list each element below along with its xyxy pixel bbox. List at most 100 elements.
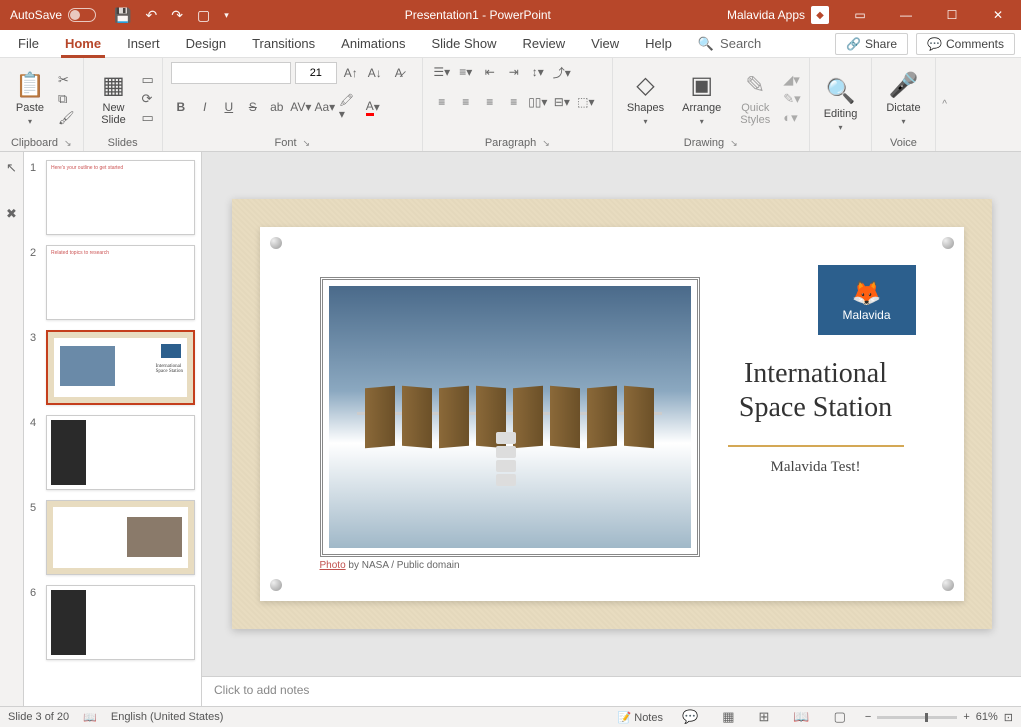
tell-me-search[interactable]: 🔍Search xyxy=(686,36,773,52)
zoom-in-icon[interactable]: + xyxy=(963,711,969,723)
slide-subtitle[interactable]: Malavida Test! xyxy=(716,459,916,476)
shadow-button[interactable]: ab xyxy=(267,96,287,118)
underline-button[interactable]: U xyxy=(219,96,239,118)
indent-increase-icon[interactable]: ⇥ xyxy=(503,62,525,82)
slideshow-view-icon[interactable]: ▢ xyxy=(829,709,851,725)
tab-review[interactable]: Review xyxy=(511,32,578,55)
thumbnail-5[interactable]: 5 xyxy=(30,500,195,575)
redo-icon[interactable]: ↷ xyxy=(171,7,183,24)
close-icon[interactable]: ✕ xyxy=(975,0,1021,30)
fit-window-icon[interactable]: ⊡ xyxy=(1004,711,1013,724)
strike-button[interactable]: S xyxy=(243,96,263,118)
clear-format-icon[interactable]: A̷ xyxy=(389,62,409,84)
columns-icon[interactable]: ▯▯▾ xyxy=(527,92,549,112)
pointer-icon[interactable]: ✖ xyxy=(6,206,17,222)
sorter-view-icon[interactable]: ⊞ xyxy=(753,709,774,725)
align-text-icon[interactable]: ⊟▾ xyxy=(551,92,573,112)
slideshow-icon[interactable]: ▢ xyxy=(197,7,210,24)
comments-status-icon[interactable]: 💬 xyxy=(677,709,703,725)
new-slide-button[interactable]: ▦ New Slide xyxy=(92,67,136,130)
share-button[interactable]: 🔗Share xyxy=(835,33,908,55)
thumbnail-2[interactable]: 2Related topics to research xyxy=(30,245,195,320)
font-color-icon[interactable]: A▾ xyxy=(363,96,383,118)
thumbnail-6[interactable]: 6 xyxy=(30,585,195,660)
quick-styles-button[interactable]: ✎Quick Styles xyxy=(733,67,777,130)
tab-slideshow[interactable]: Slide Show xyxy=(419,32,508,55)
tab-home[interactable]: Home xyxy=(53,32,113,55)
line-spacing-icon[interactable]: ↕▾ xyxy=(527,62,549,82)
cursor-icon[interactable]: ↖ xyxy=(6,160,17,176)
normal-view-icon[interactable]: ▦ xyxy=(717,709,739,725)
thumbnail-1[interactable]: 1Here's your outline to get started xyxy=(30,160,195,235)
save-icon[interactable]: 💾 xyxy=(114,7,131,24)
autosave-toggle[interactable]: AutoSave xyxy=(0,8,106,22)
slide-thumbnails[interactable]: 1Here's your outline to get started 2Rel… xyxy=(24,152,202,706)
paragraph-dialog-icon[interactable]: ↘ xyxy=(542,138,550,149)
format-painter-icon[interactable]: 🖌 xyxy=(58,110,75,126)
italic-button[interactable]: I xyxy=(195,96,215,118)
slide-logo[interactable]: 🦊Malavida xyxy=(818,265,916,335)
decrease-font-icon[interactable]: A↓ xyxy=(365,62,385,84)
tab-insert[interactable]: Insert xyxy=(115,32,172,55)
ribbon-display-icon[interactable]: ▭ xyxy=(837,0,883,30)
increase-font-icon[interactable]: A↑ xyxy=(341,62,361,84)
image-caption[interactable]: Photo by NASA / Public domain xyxy=(320,560,460,571)
account-apps[interactable]: Malavida Apps ◆ xyxy=(719,6,837,24)
highlight-icon[interactable]: 🖍▾ xyxy=(339,96,359,118)
tab-transitions[interactable]: Transitions xyxy=(240,32,327,55)
copy-icon[interactable]: ⧉ xyxy=(58,91,75,107)
current-slide[interactable]: Photo by NASA / Public domain 🦊Malavida … xyxy=(232,199,992,629)
reset-icon[interactable]: ⟳ xyxy=(142,91,154,107)
bullets-icon[interactable]: ☰▾ xyxy=(431,62,453,82)
shape-fill-icon[interactable]: ◢▾ xyxy=(783,72,800,88)
char-spacing-icon[interactable]: AV▾ xyxy=(291,96,311,118)
tab-design[interactable]: Design xyxy=(174,32,238,55)
spellcheck-icon[interactable]: 📖 xyxy=(83,711,97,724)
slide-counter[interactable]: Slide 3 of 20 xyxy=(8,711,69,723)
zoom-level[interactable]: 61% xyxy=(976,711,998,723)
comments-button[interactable]: 💬Comments xyxy=(916,33,1015,55)
font-dialog-icon[interactable]: ↘ xyxy=(303,138,311,149)
notes-toggle[interactable]: 📝 Notes xyxy=(617,711,663,724)
tab-help[interactable]: Help xyxy=(633,32,684,55)
qat-more-icon[interactable]: ▾ xyxy=(224,10,229,21)
tab-view[interactable]: View xyxy=(579,32,631,55)
tab-file[interactable]: File xyxy=(6,32,51,55)
thumbnail-3[interactable]: 3InternationalSpace Station xyxy=(30,330,195,405)
reading-view-icon[interactable]: 📖 xyxy=(788,709,814,725)
cut-icon[interactable]: ✂ xyxy=(58,72,75,88)
zoom-control[interactable]: − + 61% ⊡ xyxy=(865,711,1013,724)
toggle-switch[interactable] xyxy=(68,8,96,22)
notes-pane[interactable]: Click to add notes xyxy=(202,676,1021,706)
dictate-button[interactable]: 🎤Dictate▾ xyxy=(880,67,926,129)
shape-effects-icon[interactable]: ◐▾ xyxy=(783,110,800,126)
undo-icon[interactable]: ↶ xyxy=(145,7,157,24)
shape-outline-icon[interactable]: ✎▾ xyxy=(783,91,800,107)
editing-button[interactable]: 🔍Editing▾ xyxy=(818,73,864,135)
shapes-button[interactable]: ◇Shapes▾ xyxy=(621,67,670,129)
numbering-icon[interactable]: ≡▾ xyxy=(455,62,477,82)
collapse-ribbon-icon[interactable]: ^ xyxy=(936,58,954,151)
slide-image[interactable] xyxy=(320,277,700,557)
slide-title[interactable]: International Space Station xyxy=(716,357,916,424)
clipboard-dialog-icon[interactable]: ↘ xyxy=(64,138,72,149)
align-center-icon[interactable]: ≡ xyxy=(455,92,477,112)
align-right-icon[interactable]: ≡ xyxy=(479,92,501,112)
justify-icon[interactable]: ≡ xyxy=(503,92,525,112)
section-icon[interactable]: ▭ xyxy=(142,110,154,126)
drawing-dialog-icon[interactable]: ↘ xyxy=(730,138,738,149)
slide-canvas[interactable]: Photo by NASA / Public domain 🦊Malavida … xyxy=(202,152,1021,676)
text-direction-icon[interactable]: ⤴▾ xyxy=(551,62,573,82)
zoom-out-icon[interactable]: − xyxy=(865,711,871,723)
paste-button[interactable]: 📋 Paste ▾ xyxy=(8,67,52,129)
font-name-input[interactable] xyxy=(171,62,291,84)
bold-button[interactable]: B xyxy=(171,96,191,118)
change-case-icon[interactable]: Aa▾ xyxy=(315,96,335,118)
thumbnail-4[interactable]: 4 xyxy=(30,415,195,490)
maximize-icon[interactable]: ☐ xyxy=(929,0,975,30)
smartart-icon[interactable]: ⬚▾ xyxy=(575,92,597,112)
language-status[interactable]: English (United States) xyxy=(111,711,224,723)
align-left-icon[interactable]: ≡ xyxy=(431,92,453,112)
layout-icon[interactable]: ▭ xyxy=(142,72,154,88)
arrange-button[interactable]: ▣Arrange▾ xyxy=(676,67,727,129)
